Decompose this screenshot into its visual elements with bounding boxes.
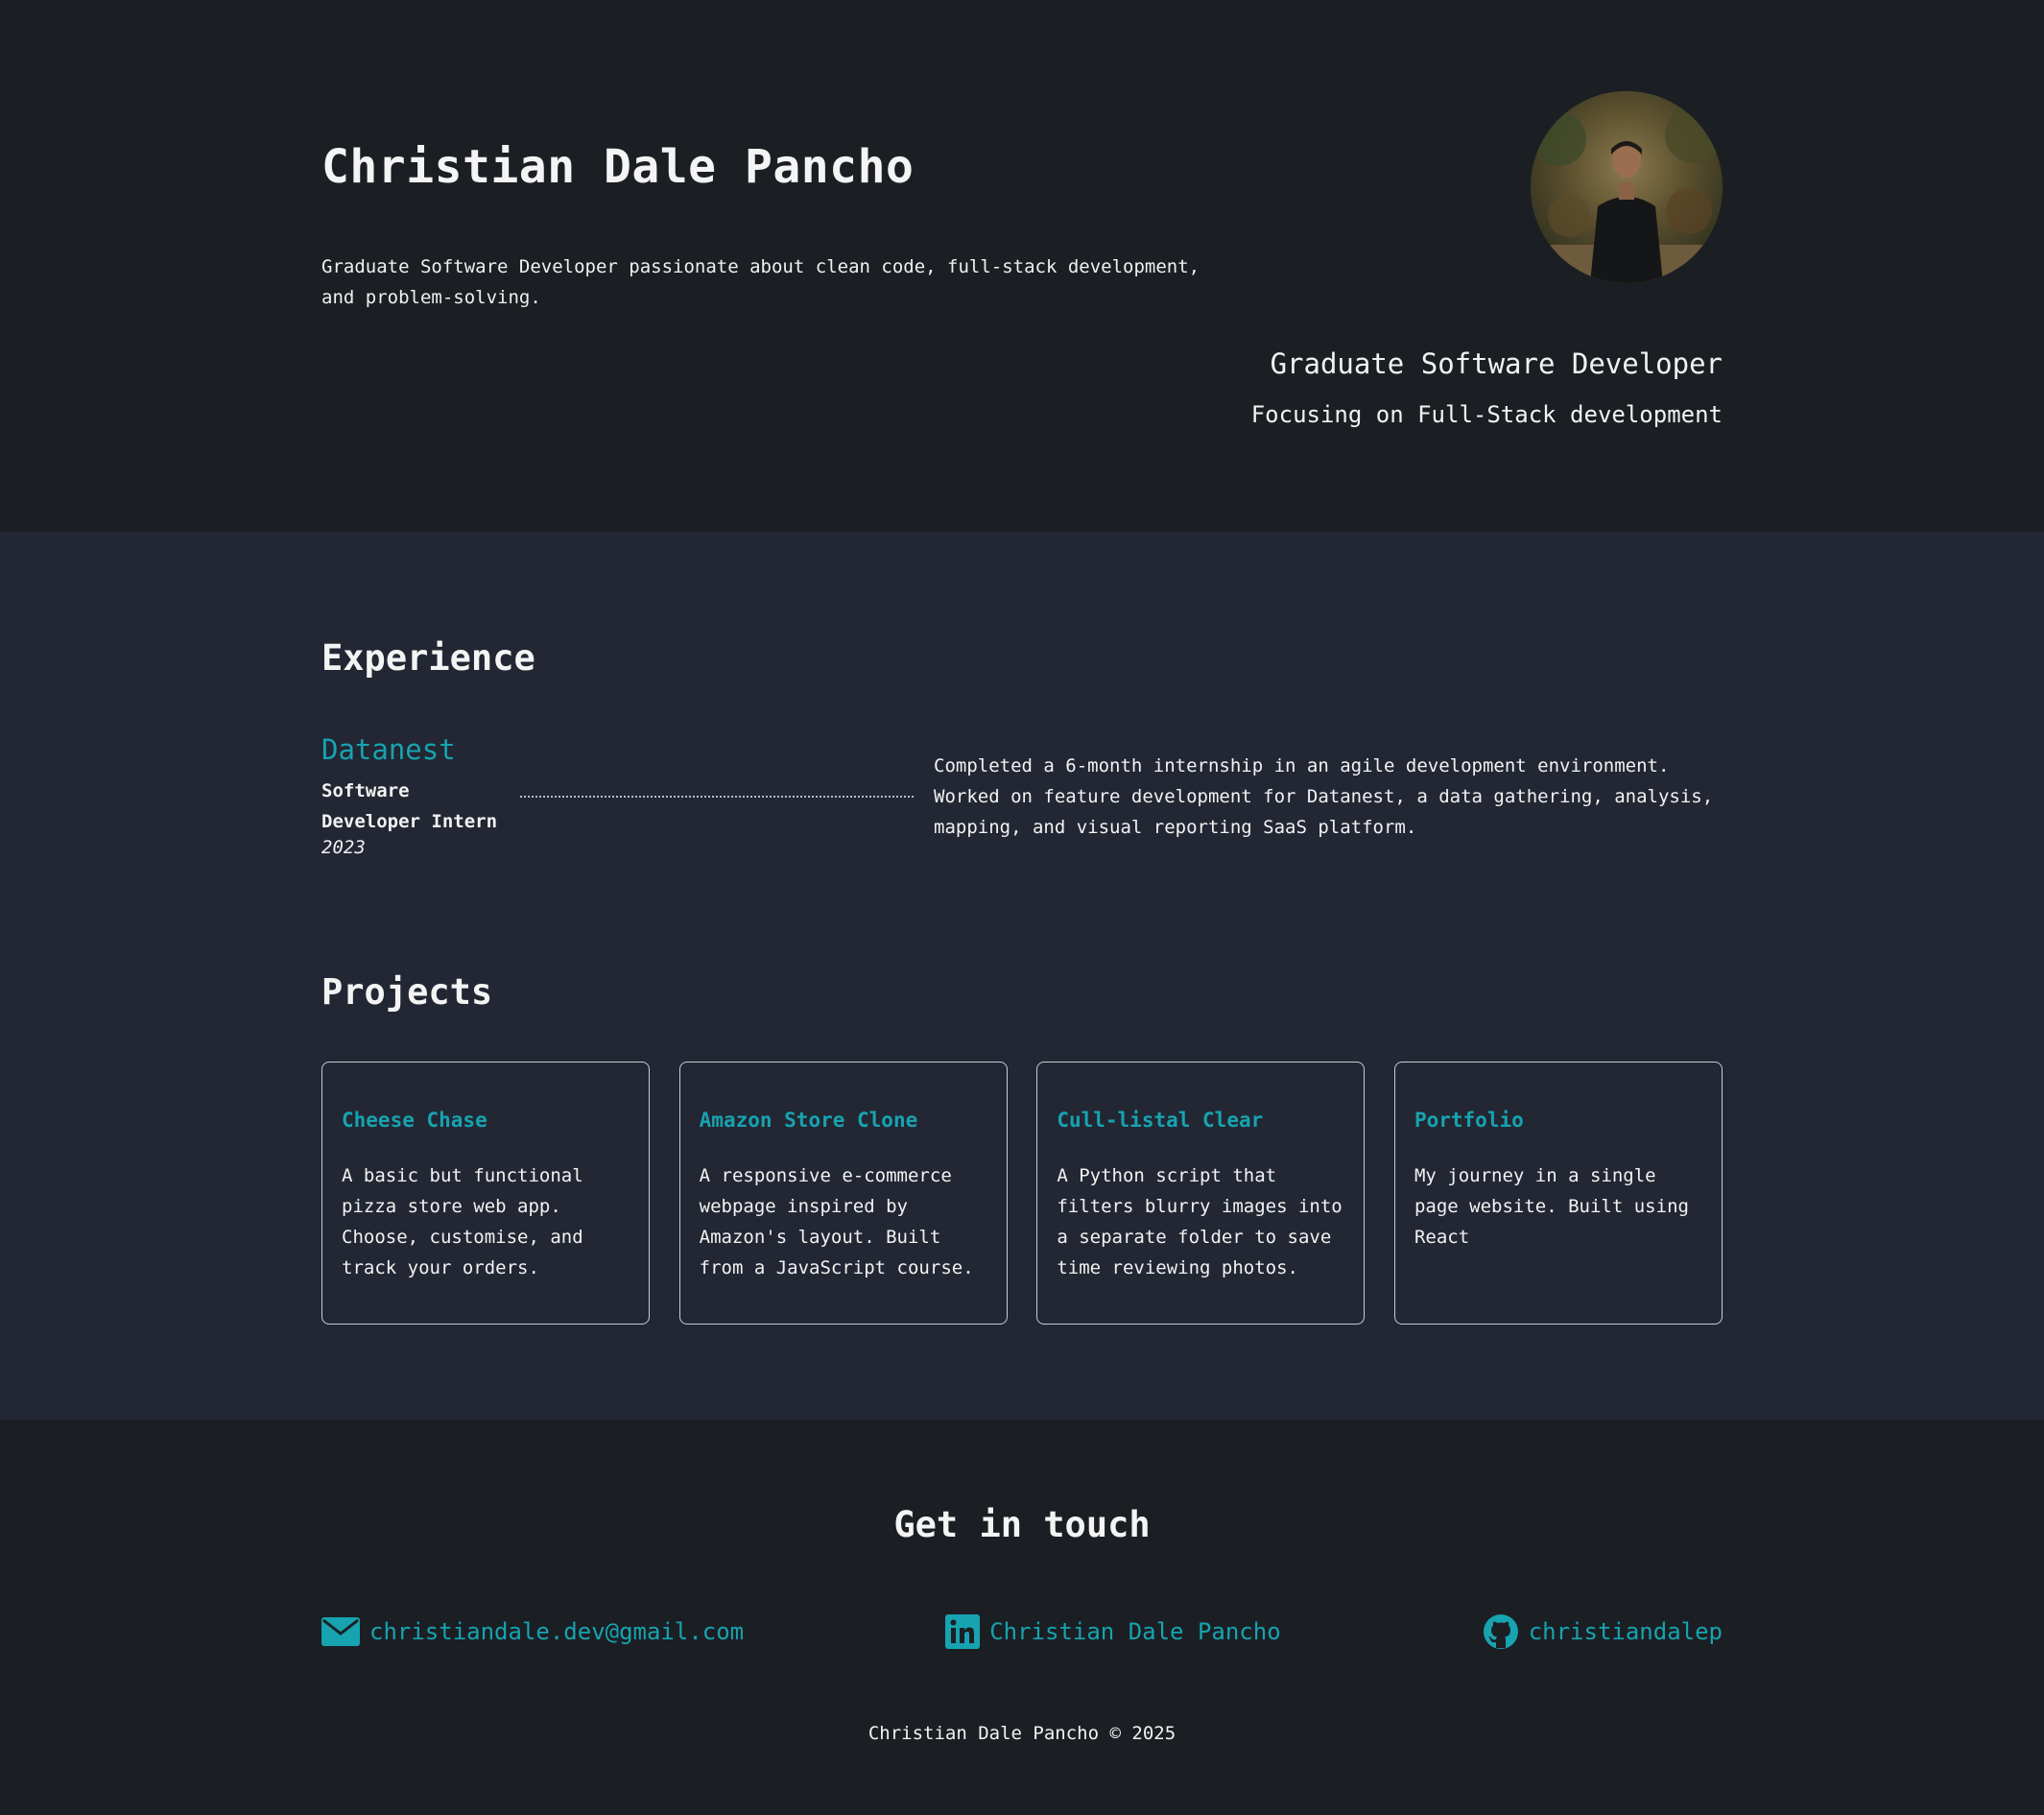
experience-heading: Experience <box>321 637 535 679</box>
experience-description: Completed a 6-month internship in an agi… <box>934 755 1714 838</box>
contact-heading: Get in touch <box>893 1504 1151 1545</box>
project-title[interactable]: Amazon Store Clone <box>700 1109 987 1132</box>
experience-role: Software Developer Intern <box>321 780 498 832</box>
linkedin-label[interactable]: Christian Dale Pancho <box>989 1618 1280 1645</box>
github-icon <box>1483 1614 1518 1649</box>
project-description: A responsive e-commerce webpage inspired… <box>699 1165 974 1278</box>
experience-company: Datanest <box>321 733 456 766</box>
github-label[interactable]: christiandalep <box>1529 1618 1723 1645</box>
project-card-portfolio[interactable]: Portfolio My journey in a single page we… <box>1393 1062 1723 1325</box>
project-description: A basic but functional pizza store web a… <box>342 1165 583 1278</box>
email-link[interactable]: christiandale.dev@gmail.com <box>321 1617 744 1646</box>
project-title[interactable]: Cheese Chase <box>342 1109 630 1132</box>
hero-name: Christian Dale Pancho <box>321 140 915 194</box>
project-description: My journey in a single page website. Bui… <box>1414 1165 1689 1248</box>
experience-divider <box>520 796 914 798</box>
project-card-amazon-store-clone[interactable]: Amazon Store Clone A responsive e-commer… <box>678 1062 1008 1325</box>
hero-role: Graduate Software Developer <box>1270 347 1723 380</box>
project-description: A Python script that filters blurry imag… <box>1057 1165 1343 1278</box>
project-card-cheese-chase[interactable]: Cheese Chase A basic but functional pizz… <box>321 1062 650 1325</box>
hero-focus: Focusing on Full-Stack development <box>1250 401 1723 428</box>
email-label[interactable]: christiandale.dev@gmail.com <box>369 1618 744 1645</box>
projects-heading: Projects <box>321 971 493 1013</box>
avatar <box>1531 91 1723 283</box>
main-section: Experience Datanest Software Developer I… <box>0 532 2044 1420</box>
project-card-cull-listal-clear[interactable]: Cull-listal Clear A Python script that f… <box>1036 1062 1366 1325</box>
experience-year: 2023 <box>321 837 366 858</box>
contact-links: christiandale.dev@gmail.com Christian Da… <box>321 1613 1723 1650</box>
contact-section: Get in touch christiandale.dev@gmail.com… <box>0 1420 2044 1815</box>
project-title[interactable]: Cull-listal Clear <box>1057 1109 1344 1132</box>
envelope-icon <box>321 1617 360 1646</box>
project-cards: Cheese Chase A basic but functional pizz… <box>321 1062 1723 1325</box>
project-title[interactable]: Portfolio <box>1414 1109 1702 1132</box>
linkedin-link[interactable]: Christian Dale Pancho <box>945 1614 1281 1649</box>
profile-photo <box>1531 91 1723 283</box>
copyright: Christian Dale Pancho © 2025 <box>868 1723 1176 1744</box>
github-link[interactable]: christiandalep <box>1483 1613 1723 1650</box>
hero-bio: Graduate Software Developer passionate a… <box>321 256 1200 308</box>
hero-section: Christian Dale Pancho Graduate Software … <box>0 0 2044 532</box>
linkedin-icon <box>945 1614 981 1649</box>
